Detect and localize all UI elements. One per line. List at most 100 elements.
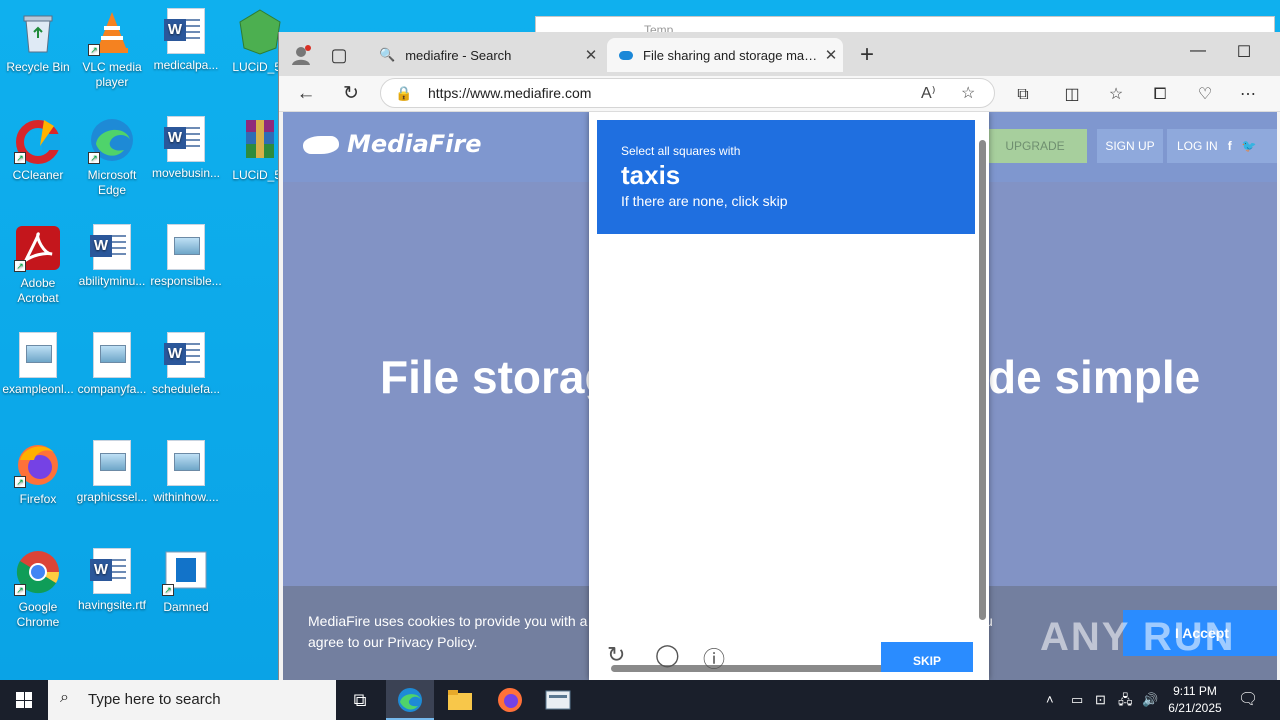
tab-title: File sharing and storage made simple: [643, 47, 819, 63]
captcha-tile[interactable]: [889, 337, 976, 432]
captcha-tile[interactable]: [623, 337, 710, 432]
desktop-icon-chrome[interactable]: ↗ Google Chrome: [0, 548, 76, 630]
desktop-icon-medicalpa[interactable]: medicalpa...: [148, 8, 224, 73]
favorites-icon[interactable]: ☆: [1103, 82, 1129, 108]
captcha-tile[interactable]: [889, 434, 976, 529]
captcha-tile[interactable]: [623, 434, 710, 529]
image-file-icon: [19, 332, 57, 378]
file-explorer-icon[interactable]: [436, 680, 484, 720]
taskbar-search-box[interactable]: ⌕ Type here to search: [48, 680, 336, 720]
clock[interactable]: 9:11 PM 6/21/2025: [1160, 683, 1230, 717]
desktop-icon-label: Google Chrome: [16, 600, 60, 629]
refresh-challenge-icon[interactable]: ↻: [607, 642, 631, 667]
extensions-icon[interactable]: ⧉: [1010, 82, 1036, 108]
task-view-icon[interactable]: ⧉: [336, 680, 384, 720]
green-gem-icon: [236, 8, 284, 56]
close-icon[interactable]: ✕: [819, 46, 843, 64]
desktop-icon-label: abilityminu...: [78, 274, 146, 288]
skip-button[interactable]: SKIP: [881, 642, 973, 672]
desktop-icon-movebusin[interactable]: movebusin...: [148, 116, 224, 181]
desktop-icon-acrobat[interactable]: ↗ Adobe Acrobat: [0, 224, 76, 306]
edge-icon: ↗: [88, 116, 136, 164]
desktop-icon-label: schedulefa...: [151, 382, 221, 396]
captcha-tile[interactable]: [889, 240, 976, 335]
desktop-icon-vlc[interactable]: ↗ VLC media player: [74, 8, 150, 90]
tab-actions-icon[interactable]: ▢: [325, 43, 353, 67]
tray-device-icon[interactable]: ▭: [1071, 680, 1083, 720]
desktop-icon-label: Damned: [163, 600, 209, 614]
split-screen-icon[interactable]: ◫: [1059, 82, 1085, 108]
address-bar[interactable]: 🔒 https://www.mediafire.com A⁾ ☆: [380, 78, 995, 108]
taskbar-edge-icon[interactable]: [386, 680, 434, 720]
facebook-icon[interactable]: f: [1228, 139, 1232, 153]
search-icon: 🔍: [379, 47, 396, 62]
desktop-icon-exampleonl[interactable]: exampleonl...: [0, 332, 76, 397]
captcha-tile[interactable]: [623, 240, 710, 335]
desktop-icon-responsible[interactable]: responsible...: [148, 224, 224, 289]
taskbar-firefox-icon[interactable]: [486, 680, 534, 720]
desktop-icon-withinhow[interactable]: withinhow....: [148, 440, 224, 505]
refresh-icon[interactable]: ↻: [336, 80, 366, 108]
tab-mediafire[interactable]: File sharing and storage made simple ✕: [607, 38, 843, 72]
desktop-icon-companyfa[interactable]: companyfa...: [74, 332, 150, 397]
minimize-icon[interactable]: —: [1175, 42, 1221, 60]
captcha-tile[interactable]: [800, 531, 887, 626]
maximize-icon[interactable]: ☐: [1221, 42, 1267, 62]
new-tab-button[interactable]: +: [853, 43, 881, 67]
notifications-icon[interactable]: 🗨: [1238, 680, 1258, 720]
word-document-icon: [90, 548, 131, 594]
collections-icon[interactable]: ⧠: [1147, 82, 1173, 108]
captcha-tile[interactable]: [800, 434, 887, 529]
captcha-header: Select all squares with taxis If there a…: [597, 120, 975, 234]
word-document-icon: [164, 332, 205, 378]
profile-icon[interactable]: [287, 43, 315, 67]
desktop-icon-label: companyfa...: [77, 382, 147, 396]
captcha-tile[interactable]: [889, 531, 976, 626]
captcha-vertical-scrollbar[interactable]: [977, 120, 987, 660]
volume-icon[interactable]: 🔊: [1142, 680, 1158, 720]
back-icon[interactable]: ←: [291, 80, 321, 108]
show-hidden-icons[interactable]: ˄: [1046, 680, 1054, 720]
start-button[interactable]: [0, 680, 48, 720]
image-file-icon: [93, 440, 131, 486]
audio-challenge-icon[interactable]: ◯: [655, 642, 680, 667]
captcha-tile[interactable]: [800, 240, 887, 335]
captcha-grid: [623, 240, 975, 626]
desktop-icon-abilityminu[interactable]: abilityminu...: [74, 224, 150, 289]
desktop-icon-firefox[interactable]: ↗ Firefox: [0, 440, 76, 507]
taskbar-app-icon[interactable]: [534, 680, 582, 720]
close-icon[interactable]: ✕: [579, 46, 603, 64]
twitter-icon[interactable]: 🐦: [1242, 139, 1257, 153]
desktop-icon-ccleaner[interactable]: ↗ CCleaner: [0, 116, 76, 183]
shortcut-arrow-icon: ↗: [88, 44, 100, 56]
desktop-icon-edge[interactable]: ↗ Microsoft Edge: [74, 116, 150, 198]
address-bar-row: ← ↻ 🔒 https://www.mediafire.com A⁾ ☆ ⧉ ◫…: [279, 76, 1280, 112]
captcha-tile[interactable]: [712, 337, 799, 432]
favorite-star-icon[interactable]: ☆: [961, 83, 975, 103]
desktop-icon-recycle-bin[interactable]: Recycle Bin: [0, 8, 76, 75]
captcha-tile[interactable]: [712, 531, 799, 626]
tray-meet-icon[interactable]: ⊡: [1095, 680, 1106, 720]
signup-button[interactable]: SIGN UP: [1097, 129, 1163, 163]
mediafire-logo[interactable]: MediaFire: [303, 130, 482, 158]
tab-mediafire-search[interactable]: 🔍 mediafire - Search ✕: [367, 38, 603, 72]
captcha-tile[interactable]: [712, 240, 799, 335]
read-aloud-icon[interactable]: A⁾: [921, 83, 936, 103]
captcha-tile[interactable]: [712, 434, 799, 529]
desktop-icon-label: Recycle Bin: [6, 60, 70, 74]
desktop-icon-graphicssel[interactable]: graphicssel...: [74, 440, 150, 505]
desktop-icon-damned[interactable]: ↗ Damned: [148, 548, 224, 615]
captcha-tile[interactable]: [623, 531, 710, 626]
info-icon[interactable]: ⓘ: [703, 642, 727, 672]
upgrade-button[interactable]: UPGRADE: [983, 129, 1087, 163]
network-icon[interactable]: 🖧: [1118, 680, 1133, 720]
login-button[interactable]: LOG IN f 🐦: [1167, 129, 1277, 163]
desktop-icon-schedulefa[interactable]: schedulefa...: [148, 332, 224, 397]
word-document-icon: [90, 224, 131, 270]
more-menu-icon[interactable]: ⋯: [1235, 82, 1261, 108]
captcha-tile[interactable]: [800, 337, 887, 432]
desktop-icon-havingsite[interactable]: havingsite.rtf: [74, 548, 150, 613]
browser-essentials-icon[interactable]: ♡: [1192, 82, 1218, 108]
captcha-target: taxis: [621, 160, 681, 190]
cookie-text: MediaFire uses cookies to provide you wi…: [308, 613, 600, 650]
